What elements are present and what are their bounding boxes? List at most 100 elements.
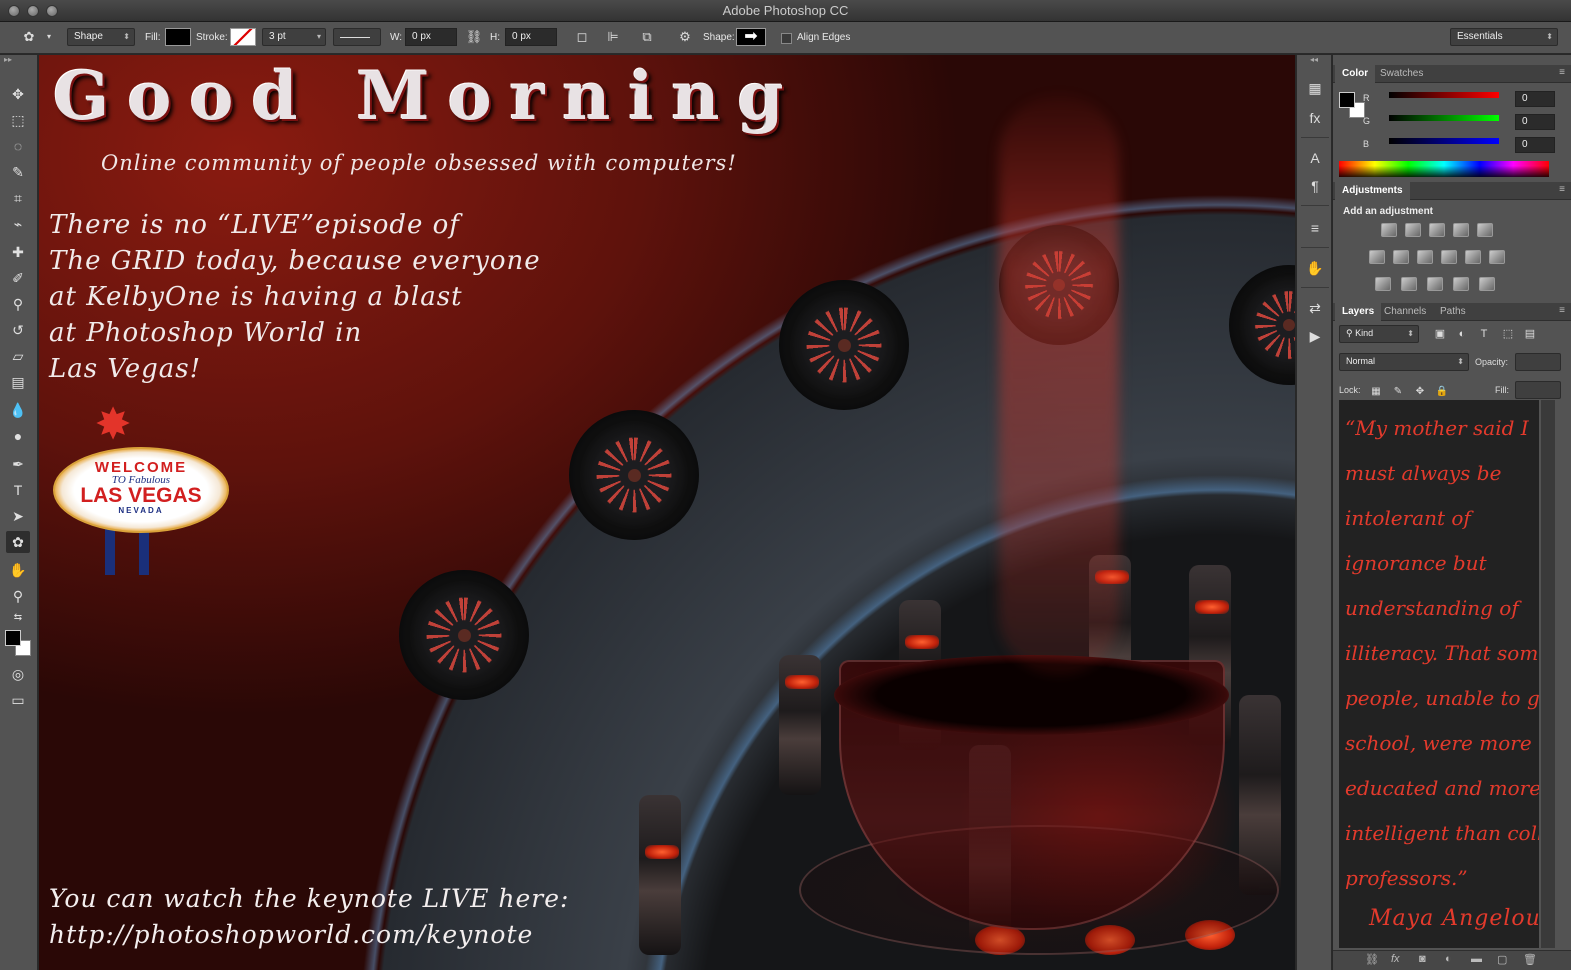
link-icon[interactable]: ⛓ bbox=[465, 28, 483, 46]
align-edges-checkbox[interactable] bbox=[781, 33, 792, 44]
quick-selection-tool-icon[interactable]: ✎ bbox=[6, 161, 30, 183]
path-arrangement-icon[interactable]: ⧉ bbox=[638, 28, 656, 46]
quick-mask-icon[interactable]: ◎ bbox=[6, 663, 30, 685]
opacity-field[interactable] bbox=[1515, 353, 1561, 371]
g-slider[interactable] bbox=[1389, 115, 1499, 121]
healing-brush-tool-icon[interactable]: ✚ bbox=[6, 241, 30, 263]
curves-icon[interactable] bbox=[1429, 223, 1445, 237]
custom-shape-tool-preset-icon[interactable]: ✿ bbox=[20, 28, 38, 46]
pen-tool-icon[interactable]: ✒ bbox=[6, 453, 30, 475]
clone-stamp-tool-icon[interactable]: ⚲ bbox=[6, 293, 30, 315]
collapse-icon[interactable]: ▸▸ bbox=[0, 55, 37, 65]
selective-color-icon[interactable] bbox=[1453, 277, 1469, 291]
color-lookup-icon[interactable] bbox=[1489, 250, 1505, 264]
paragraph-icon[interactable]: ¶ bbox=[1304, 175, 1326, 197]
photo-filter-icon[interactable] bbox=[1441, 250, 1457, 264]
tab-channels[interactable]: Channels bbox=[1377, 303, 1433, 321]
workspace-dropdown[interactable]: Essentials ⬍ bbox=[1450, 28, 1558, 46]
smart-object-filter-icon[interactable]: ▤ bbox=[1519, 323, 1541, 345]
type-filter-icon[interactable]: T bbox=[1473, 323, 1495, 345]
history-brush-tool-icon[interactable]: ↺ bbox=[6, 319, 30, 341]
width-field[interactable]: 0 px bbox=[405, 28, 457, 46]
crop-tool-icon[interactable]: ⌗ bbox=[6, 187, 30, 209]
screen-mode-icon[interactable]: ▭ bbox=[6, 689, 30, 711]
tool-mode-dropdown[interactable]: Shape ⬍ bbox=[67, 28, 135, 46]
black-white-icon[interactable] bbox=[1417, 250, 1433, 264]
levels-icon[interactable] bbox=[1405, 223, 1421, 237]
stroke-type-dropdown[interactable] bbox=[333, 28, 381, 46]
color-spectrum-ramp[interactable] bbox=[1339, 161, 1549, 177]
new-group-icon[interactable]: ▬ bbox=[1471, 953, 1482, 965]
invert-icon[interactable] bbox=[1375, 277, 1391, 291]
collapse-icon[interactable]: ◂◂ bbox=[1297, 55, 1331, 65]
eyedropper-tool-icon[interactable]: ⌁ bbox=[6, 213, 30, 235]
history-icon[interactable]: ▦ bbox=[1304, 77, 1326, 99]
posterize-icon[interactable] bbox=[1401, 277, 1417, 291]
layers-list-area[interactable]: “My mother said I must always be intoler… bbox=[1339, 400, 1539, 948]
color-swatches[interactable] bbox=[5, 630, 35, 660]
layer-style-fx-icon[interactable]: fx bbox=[1391, 953, 1400, 965]
tab-paths[interactable]: Paths bbox=[1433, 303, 1473, 321]
marquee-tool-icon[interactable]: ⬚ bbox=[6, 109, 30, 131]
custom-shape-tool-icon[interactable]: ✿ bbox=[6, 531, 30, 553]
exposure-icon[interactable] bbox=[1453, 223, 1469, 237]
tab-layers[interactable]: Layers bbox=[1335, 303, 1382, 321]
g-value[interactable]: 0 bbox=[1515, 114, 1555, 130]
path-operations-icon[interactable]: ◻ bbox=[573, 28, 591, 46]
dodge-tool-icon[interactable]: ● bbox=[6, 425, 30, 447]
eraser-tool-icon[interactable]: ▱ bbox=[6, 345, 30, 367]
channel-mixer-icon[interactable] bbox=[1465, 250, 1481, 264]
foreground-color-swatch[interactable] bbox=[5, 630, 21, 646]
pixel-filter-icon[interactable]: ▣ bbox=[1429, 323, 1451, 345]
tool-presets-icon[interactable]: ✋ bbox=[1304, 257, 1326, 279]
layer-filter-dropdown[interactable]: ⚲ Kind ⬍ bbox=[1339, 325, 1419, 343]
actions-play-icon[interactable]: ▶ bbox=[1304, 325, 1326, 347]
zoom-tool-icon[interactable]: ⚲ bbox=[6, 585, 30, 607]
move-tool-icon[interactable]: ✥ bbox=[6, 83, 30, 105]
adjustment-filter-icon[interactable]: ◐ bbox=[1451, 323, 1473, 345]
character-icon[interactable]: A bbox=[1304, 147, 1326, 169]
chevron-down-icon[interactable]: ▾ bbox=[40, 28, 58, 46]
brightness-icon[interactable] bbox=[1381, 223, 1397, 237]
type-tool-icon[interactable]: T bbox=[6, 479, 30, 501]
b-value[interactable]: 0 bbox=[1515, 137, 1555, 153]
stroke-swatch[interactable] bbox=[230, 28, 256, 46]
new-layer-icon[interactable]: ▢ bbox=[1497, 953, 1507, 966]
hue-saturation-icon[interactable] bbox=[1369, 250, 1385, 264]
timeline-icon[interactable]: ⇄ bbox=[1304, 297, 1326, 319]
fill-swatch[interactable] bbox=[165, 28, 191, 46]
color-foreground-swatch[interactable] bbox=[1339, 92, 1355, 108]
panel-menu-icon[interactable]: ≡ bbox=[1559, 184, 1565, 195]
gear-icon[interactable]: ⚙ bbox=[676, 28, 694, 46]
b-slider[interactable] bbox=[1389, 138, 1499, 144]
gradient-tool-icon[interactable]: ▤ bbox=[6, 371, 30, 393]
swap-colors-icon[interactable]: ⇆ bbox=[6, 607, 30, 629]
vibrance-icon[interactable] bbox=[1477, 223, 1493, 237]
r-slider[interactable] bbox=[1389, 92, 1499, 98]
add-mask-icon[interactable]: ◙ bbox=[1419, 953, 1426, 965]
path-selection-tool-icon[interactable]: ➤ bbox=[6, 505, 30, 527]
panel-menu-icon[interactable]: ≡ bbox=[1559, 67, 1565, 78]
brush-tool-icon[interactable]: ✐ bbox=[6, 267, 30, 289]
r-value[interactable]: 0 bbox=[1515, 91, 1555, 107]
styles-fx-icon[interactable]: fx bbox=[1304, 107, 1326, 129]
properties-icon[interactable]: ≡ bbox=[1304, 217, 1326, 239]
tab-swatches[interactable]: Swatches bbox=[1373, 65, 1430, 83]
threshold-icon[interactable] bbox=[1427, 277, 1443, 291]
new-adjustment-layer-icon[interactable]: ◐ bbox=[1445, 953, 1452, 965]
link-layers-icon[interactable]: ⛓ bbox=[1365, 953, 1379, 966]
color-balance-icon[interactable] bbox=[1393, 250, 1409, 264]
blur-tool-icon[interactable]: 💧 bbox=[6, 399, 30, 421]
document-canvas[interactable]: Good Morning Online community of people … bbox=[39, 55, 1295, 970]
tab-adjustments[interactable]: Adjustments bbox=[1335, 182, 1410, 200]
path-alignment-icon[interactable]: ⊫ bbox=[604, 28, 622, 46]
layers-scrollbar[interactable] bbox=[1541, 400, 1555, 948]
tab-color[interactable]: Color bbox=[1335, 65, 1376, 83]
shape-picker[interactable]: ➡ bbox=[736, 28, 766, 46]
gradient-map-icon[interactable] bbox=[1479, 277, 1495, 291]
lasso-tool-icon[interactable]: ◌ bbox=[6, 135, 30, 157]
hand-tool-icon[interactable]: ✋ bbox=[6, 559, 30, 581]
shape-filter-icon[interactable]: ⬚ bbox=[1497, 323, 1519, 345]
trash-icon[interactable]: 🗑 bbox=[1523, 953, 1537, 966]
blend-mode-dropdown[interactable]: Normal ⬍ bbox=[1339, 353, 1469, 371]
